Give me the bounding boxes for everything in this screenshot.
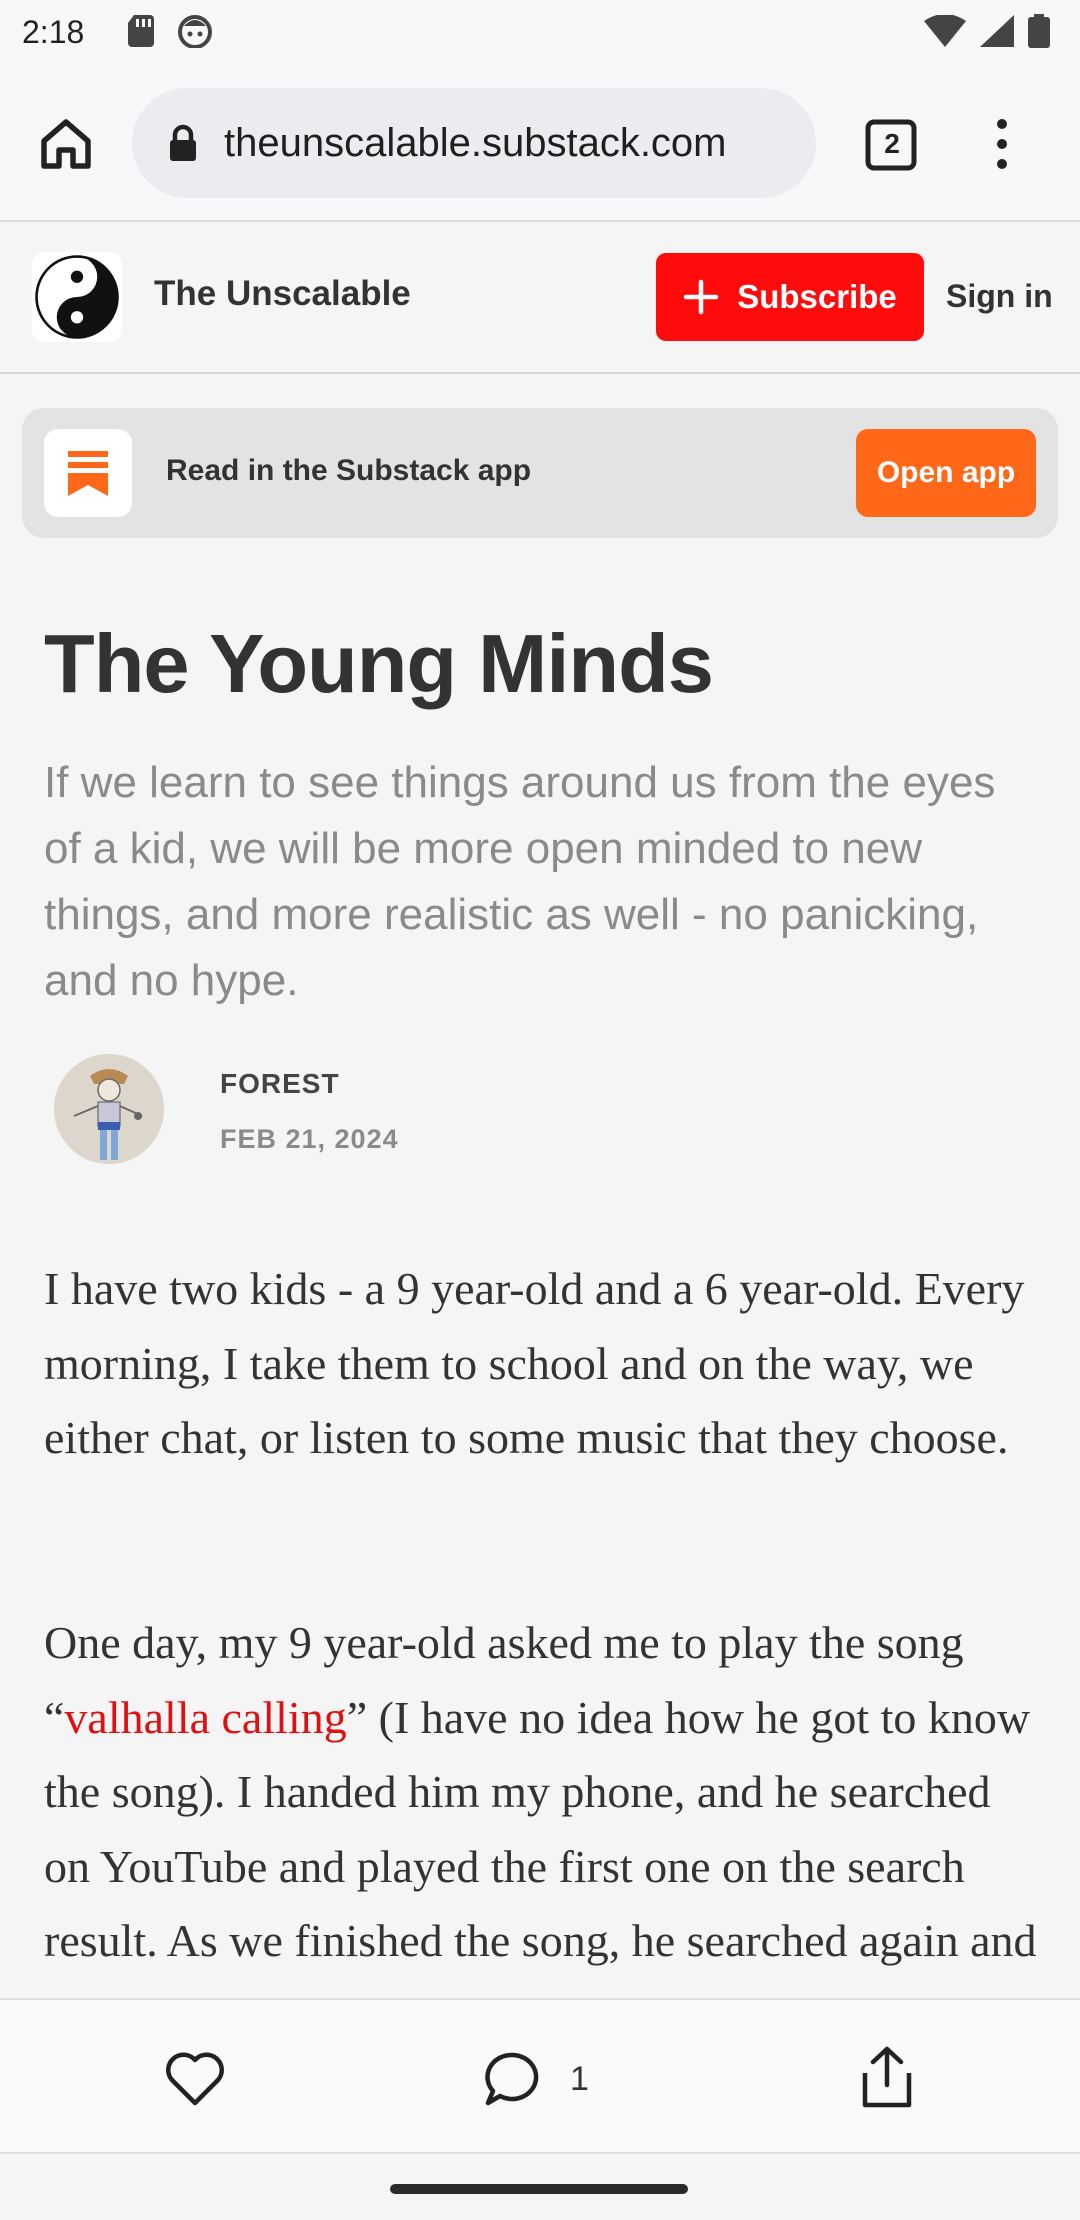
post-date: FEB 21, 2024: [220, 1124, 399, 1154]
avatar-drawing: [54, 1054, 164, 1164]
subscribe-label: Subscribe: [737, 278, 897, 315]
status-bar: 2:18: [0, 0, 1080, 66]
plus-icon: [683, 279, 719, 315]
heart-icon: [166, 2052, 224, 2106]
url-text: theunscalable.substack.com: [224, 120, 727, 165]
author-avatar[interactable]: [54, 1054, 164, 1164]
comment-count: 1: [570, 2059, 589, 2098]
status-time: 2:18: [22, 14, 85, 50]
site-logo[interactable]: [32, 252, 122, 342]
share-button[interactable]: [852, 2040, 922, 2114]
article-paragraph: I have two kids - a 9 year-old and a 6 y…: [44, 1263, 1025, 1463]
publication-name[interactable]: The Unscalable: [154, 274, 411, 314]
substack-logo-icon: [68, 451, 108, 496]
battery-icon: [1028, 14, 1050, 53]
sign-in-link[interactable]: Sign in: [946, 278, 1053, 315]
song-link[interactable]: valhalla calling: [64, 1692, 346, 1743]
gesture-handle[interactable]: [390, 2184, 688, 2194]
tab-switcher-button[interactable]: 2: [864, 116, 920, 172]
browser-toolbar: theunscalable.substack.com 2: [0, 66, 1080, 222]
tab-count: 2: [884, 128, 900, 159]
more-vert-icon: [997, 119, 1007, 129]
cell-signal-icon: [980, 15, 1014, 52]
home-icon: [41, 119, 91, 169]
home-button[interactable]: [36, 114, 96, 174]
lock-icon: [170, 124, 196, 161]
address-bar[interactable]: theunscalable.substack.com: [132, 88, 816, 198]
open-app-button[interactable]: Open app: [856, 429, 1036, 517]
post-action-bar: 1: [0, 1998, 1080, 2154]
browser-menu-button[interactable]: [980, 112, 1024, 176]
face-icon: [178, 14, 212, 53]
yin-yang-icon: [35, 255, 119, 339]
article-title: The Young Minds: [44, 617, 714, 710]
sd-card-icon: [128, 15, 156, 52]
article-paragraph: One day, my 9 year-old asked me to play …: [44, 1617, 1037, 1998]
comment-button[interactable]: 1: [482, 2044, 589, 2114]
share-icon: [862, 2046, 912, 2108]
gesture-nav-area: [0, 2154, 1080, 2220]
comment-icon: [485, 2052, 539, 2106]
app-banner: Read in the Substack app Open app: [22, 408, 1058, 538]
author-name[interactable]: FOREST: [220, 1068, 340, 1100]
wifi-icon: [924, 14, 966, 52]
substack-app-icon: [44, 429, 132, 517]
app-banner-text: Read in the Substack app: [166, 454, 532, 487]
site-header: The Unscalable Subscribe Sign in: [0, 222, 1080, 374]
subscribe-button[interactable]: Subscribe: [656, 253, 924, 341]
article-subtitle: If we learn to see things around us from…: [44, 758, 996, 1005]
like-button[interactable]: [160, 2044, 230, 2114]
